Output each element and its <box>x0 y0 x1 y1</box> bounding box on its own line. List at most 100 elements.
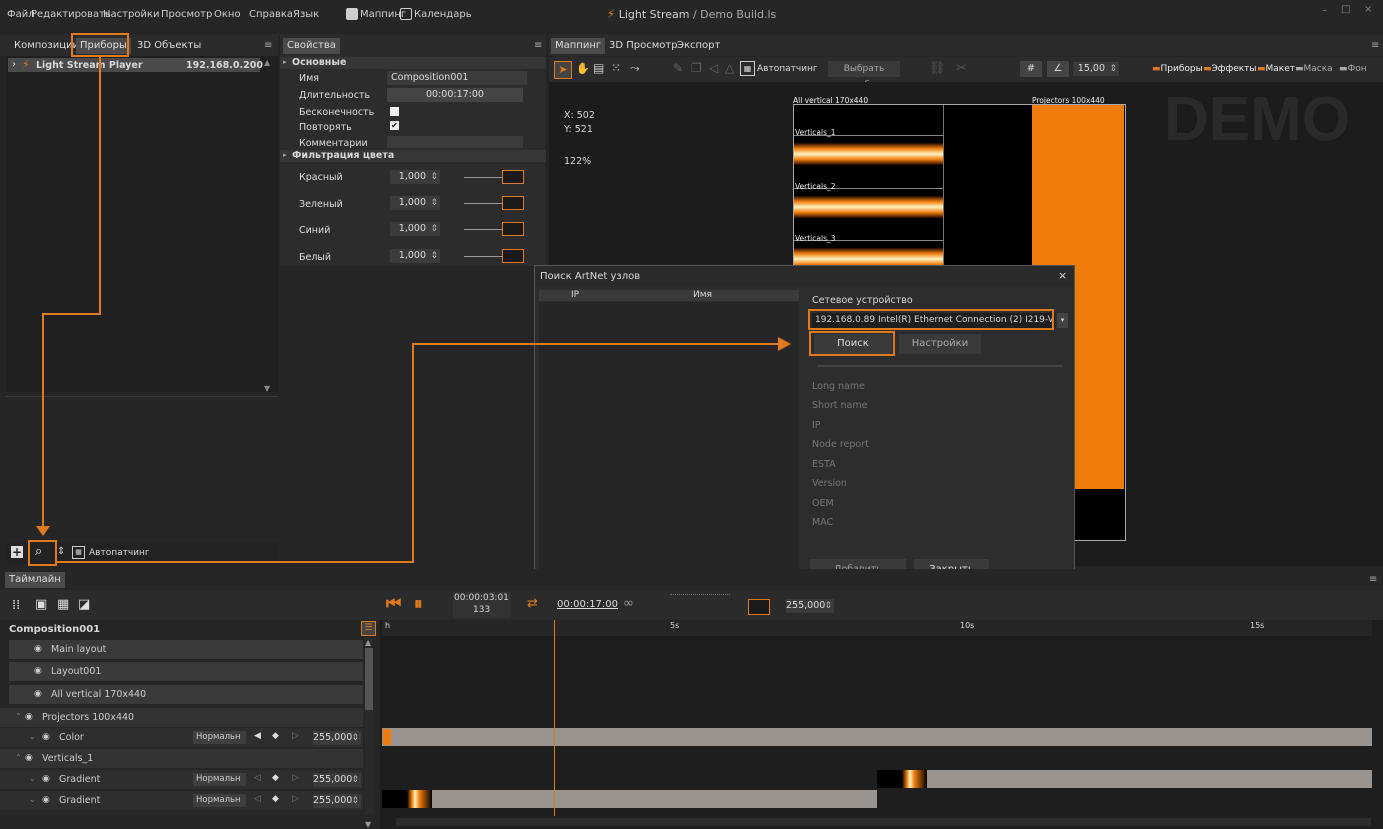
tab-mapping[interactable]: Маппинг <box>551 38 606 54</box>
track-row[interactable]: ⌄ ◉ Color Нормальн ◀ ◆ ▷ 255,000 <box>0 728 363 747</box>
panel-menu-icon[interactable]: ≡ <box>260 38 276 54</box>
triangle-tool-icon[interactable]: △ <box>725 61 734 75</box>
add-image-icon[interactable]: ▣ <box>35 597 47 612</box>
add-effect-icon[interactable]: ◪ <box>78 597 90 612</box>
eye-icon[interactable]: ◉ <box>42 774 50 784</box>
filter-blue-swatch[interactable] <box>502 222 524 236</box>
collapse-chevron-icon[interactable]: ⌃ <box>15 753 22 762</box>
filter-white-spin[interactable]: 1,000 <box>390 249 440 263</box>
filter-devices-toggle[interactable]: ▬Приборы <box>1152 64 1203 74</box>
timeline-hscrollbar[interactable] <box>396 818 1371 826</box>
go-to-start-icon[interactable]: ⏮ <box>386 594 401 614</box>
master-spin[interactable]: 255,000 <box>786 599 834 613</box>
hand-tool-icon[interactable]: ✋ <box>576 62 590 75</box>
zoom-spin[interactable]: 15,00 <box>1073 62 1119 76</box>
devices-scrollbar[interactable]: ▲ ▼ <box>264 58 272 393</box>
pen-tool-icon[interactable]: ✎ <box>673 61 683 75</box>
prop-comment-input[interactable] <box>387 136 523 148</box>
eye-icon[interactable]: ◉ <box>42 732 50 742</box>
prev-key-icon[interactable]: ◁ <box>254 773 261 783</box>
master-swatch[interactable] <box>748 599 770 615</box>
close-window-icon[interactable]: × <box>1364 4 1372 15</box>
add-key-icon[interactable]: ◆ <box>272 731 279 741</box>
verticals-1-fixture[interactable] <box>794 143 943 165</box>
filter-green-swatch[interactable] <box>502 196 524 210</box>
track-options-icon[interactable]: ☰ <box>361 621 376 636</box>
autopatch-icon[interactable]: ▦ <box>72 546 85 559</box>
time-ruler[interactable]: h 5s 10s 15s <box>382 620 1372 636</box>
loop-icon[interactable]: ⇄ <box>527 596 538 611</box>
path-tool-icon[interactable]: ⤳ <box>630 61 640 76</box>
master-slider-track[interactable] <box>670 594 730 596</box>
tab-3d-view[interactable]: 3D Просмотр <box>605 38 682 54</box>
next-key-icon[interactable]: ▷ <box>292 731 299 741</box>
dialog-close-icon[interactable]: × <box>1058 269 1067 282</box>
filter-blue-slider[interactable] <box>464 229 504 230</box>
wedge-tool-icon[interactable]: ◁ <box>709 61 718 75</box>
section-main[interactable]: ▸ Основные <box>280 57 546 69</box>
gradient-clip-1[interactable] <box>382 790 877 808</box>
copy-tool-icon[interactable]: ❐ <box>691 61 702 75</box>
blend-mode-select[interactable]: Нормальн <box>193 773 246 786</box>
maximize-icon[interactable]: □ <box>1341 4 1350 15</box>
infinity-icon[interactable]: ∞ <box>623 596 634 611</box>
filter-white-swatch[interactable] <box>502 249 524 263</box>
collapse-chevron-icon[interactable]: ⌃ <box>15 712 22 721</box>
filter-effects-toggle[interactable]: ▬Эффекты <box>1203 64 1257 74</box>
eye-icon[interactable]: ◉ <box>25 753 33 763</box>
color-clip[interactable] <box>382 728 1372 746</box>
track-row[interactable]: ◉ Main layout <box>9 640 363 659</box>
add-dmx-icon[interactable]: ⁞⁞ <box>12 598 20 613</box>
filter-red-spin[interactable]: 1,000 <box>390 170 440 184</box>
filter-green-spin[interactable]: 1,000 <box>390 196 440 210</box>
eye-icon[interactable]: ◉ <box>34 689 42 699</box>
current-time-display[interactable]: 00:00:03:01 133 <box>453 592 511 618</box>
prop-name-input[interactable]: Composition001 <box>387 71 527 85</box>
track-row[interactable]: ⌃ ◉ Projectors 100x440 <box>0 708 363 727</box>
autopatch-map-icon[interactable]: ▦ <box>740 61 755 76</box>
filter-mask-toggle[interactable]: ▬Маска <box>1295 64 1333 74</box>
blend-mode-select[interactable]: Нормальн <box>193 731 246 744</box>
prop-duration-input[interactable]: 00:00:17:00 <box>387 88 523 102</box>
next-key-icon[interactable]: ▷ <box>292 794 299 804</box>
track-scrollbar[interactable]: ▲ ▼ <box>365 638 373 829</box>
next-key-icon[interactable]: ▷ <box>292 773 299 783</box>
add-video-icon[interactable]: ▦ <box>57 597 69 612</box>
link-icon[interactable]: ⛓ <box>929 61 946 76</box>
track-row[interactable]: ⌄ ◉ Gradient Нормальн ◁ ◆ ▷ 255,000 <box>0 770 363 789</box>
filter-red-swatch[interactable] <box>502 170 524 184</box>
prev-key-icon[interactable]: ◁ <box>254 794 261 804</box>
expand-chevron-icon[interactable]: ⌄ <box>29 732 36 741</box>
color-track[interactable] <box>382 728 1372 747</box>
filter-blue-spin[interactable]: 1,000 <box>390 222 440 236</box>
settings-button[interactable]: Настройки <box>899 334 981 354</box>
track-row[interactable]: ◉ All vertical 170x440 <box>9 685 363 704</box>
blend-mode-select[interactable]: Нормальн <box>193 794 246 807</box>
grid-tool-icon[interactable]: ⁙ <box>611 61 621 75</box>
prev-key-icon[interactable]: ◀ <box>254 731 261 741</box>
filter-red-slider[interactable] <box>464 177 504 178</box>
network-dropdown-icon[interactable]: ▾ <box>1057 313 1068 328</box>
filter-layout-toggle[interactable]: ▬Макет <box>1257 64 1295 74</box>
add-device-icon[interactable]: + <box>11 546 23 558</box>
prop-infinite-checkbox[interactable] <box>390 107 399 116</box>
track-row[interactable]: ◉ Layout001 <box>9 662 363 681</box>
device-row[interactable]: › ⚡ Light Stream Player 192.168.0.200 <box>8 58 263 72</box>
timeline-menu-icon[interactable]: ≡ <box>1365 572 1381 588</box>
autopatch-label[interactable]: Автопатчинг <box>89 548 150 558</box>
eye-icon[interactable]: ◉ <box>34 666 42 676</box>
filter-green-slider[interactable] <box>464 203 504 204</box>
col-name[interactable]: Имя <box>693 290 712 300</box>
prop-repeat-checkbox[interactable]: ✔ <box>390 121 399 130</box>
verticals-2-fixture[interactable] <box>794 196 943 218</box>
expand-chevron-icon[interactable]: ⌄ <box>29 795 36 804</box>
col-ip[interactable]: IP <box>571 290 579 300</box>
track-row[interactable]: ⌄ ◉ Gradient Нормальн ◁ ◆ ▷ 255,000 <box>0 791 363 810</box>
tab-properties[interactable]: Свойства <box>283 38 340 54</box>
filter-background-toggle[interactable]: ▬Фон <box>1339 64 1367 74</box>
filter-white-slider[interactable] <box>464 256 504 257</box>
minimize-icon[interactable]: – <box>1322 5 1327 16</box>
select-tool-icon[interactable]: ➤ <box>554 61 572 79</box>
playhead[interactable] <box>554 620 555 816</box>
choose-device-button[interactable]: Выбрать прибор <box>828 61 900 90</box>
